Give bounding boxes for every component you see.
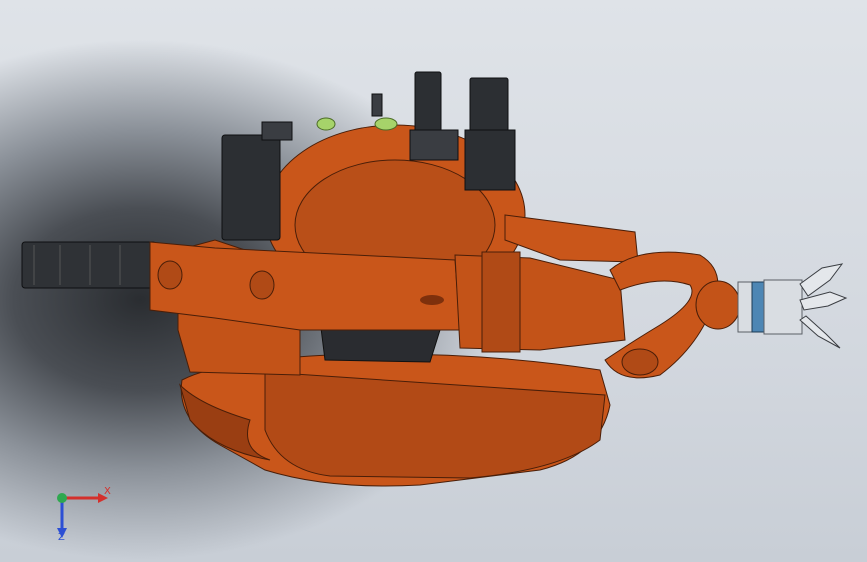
gripper-finger-top (799, 263, 844, 297)
orientation-triad[interactable]: X Z (40, 478, 120, 548)
robot-forearm (454, 254, 626, 351)
arm-slot (420, 295, 444, 305)
motor-box-top (261, 121, 293, 141)
gripper-ring-blue (751, 281, 765, 333)
motor-box-base-2 (464, 129, 516, 191)
triad-x-label: X (104, 486, 111, 497)
robot-shoulder-plate (504, 214, 639, 263)
motor-tube-rear (21, 241, 157, 289)
forearm-ring (481, 251, 521, 353)
motor-box-tall-1 (414, 71, 442, 135)
gripper-adapter (737, 281, 753, 333)
arm-bolt-hole (157, 260, 183, 290)
cable-gland-1 (316, 117, 336, 131)
robot-model[interactable] (0, 0, 867, 562)
motor-box-side (221, 134, 281, 241)
connector-post (371, 93, 383, 117)
gripper-body (763, 279, 803, 335)
wrist-flange (695, 280, 741, 330)
triad-z-label: Z (58, 532, 65, 543)
3d-viewport[interactable]: X Z (0, 0, 867, 562)
motor-box-tall-2 (469, 77, 509, 135)
motor-box-base-1 (409, 129, 459, 161)
cable-gland-2 (374, 117, 398, 131)
arm-bolt-hole-2 (249, 270, 275, 300)
wrist-pivot (621, 348, 659, 376)
gripper-finger-bottom (799, 315, 841, 349)
